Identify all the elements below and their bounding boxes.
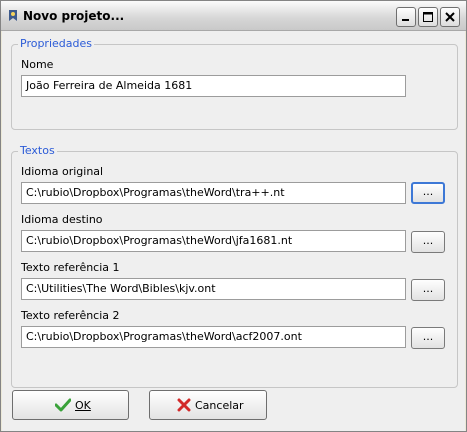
maximize-icon (423, 12, 433, 22)
ok-button[interactable]: OK (12, 390, 129, 420)
idioma-destino-label: Idioma destino (21, 213, 103, 226)
idioma-original-input[interactable]: C:\rubio\Dropbox\Programas\theWord\tra++… (21, 182, 406, 204)
maximize-button[interactable] (418, 7, 438, 27)
propriedades-legend: Propriedades (18, 37, 94, 50)
minimize-icon (402, 19, 409, 21)
cancel-label: Cancelar (195, 398, 244, 412)
texto-referencia-1-input[interactable]: C:\Utilities\The Word\Bibles\kjv.ont (21, 278, 406, 300)
texto-referencia-2-label: Texto referência 2 (21, 309, 120, 322)
idioma-original-label: Idioma original (21, 165, 104, 178)
nome-label: Nome (21, 58, 54, 71)
app-icon (7, 9, 19, 22)
dialog-window: Novo projeto... Propriedades Nome João F… (0, 0, 467, 432)
propriedades-group: Propriedades Nome João Ferreira de Almei… (11, 37, 458, 130)
textos-legend: Textos (18, 144, 57, 157)
cross-icon (177, 398, 191, 412)
textos-group: Textos Idioma original C:\rubio\Dropbox\… (11, 144, 458, 388)
idioma-destino-browse-button[interactable]: ... (411, 231, 445, 253)
check-icon (55, 398, 71, 412)
texto-referencia-1-label: Texto referência 1 (21, 261, 120, 274)
dialog-body: Propriedades Nome João Ferreira de Almei… (2, 31, 465, 431)
title-bar[interactable]: Novo projeto... (1, 1, 466, 31)
texto-referencia-2-browse-button[interactable]: ... (411, 327, 445, 349)
texto-referencia-2-input[interactable]: C:\rubio\Dropbox\Programas\theWord\acf20… (21, 326, 406, 348)
texto-referencia-1-browse-button[interactable]: ... (411, 279, 445, 301)
cancel-button[interactable]: Cancelar (149, 390, 267, 420)
minimize-button[interactable] (396, 7, 416, 27)
idioma-destino-input[interactable]: C:\rubio\Dropbox\Programas\theWord\jfa16… (21, 230, 406, 252)
close-button[interactable] (440, 7, 460, 27)
nome-input[interactable]: João Ferreira de Almeida 1681 (21, 75, 406, 97)
close-icon (445, 12, 455, 22)
idioma-original-browse-button[interactable]: ... (411, 182, 445, 204)
ok-label: OK (75, 398, 91, 412)
window-title: Novo projeto... (23, 9, 125, 23)
